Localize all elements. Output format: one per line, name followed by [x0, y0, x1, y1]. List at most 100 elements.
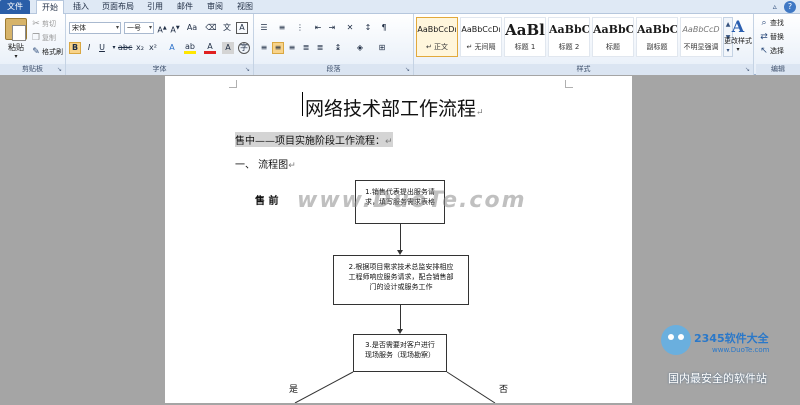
font-color-icon[interactable]: A — [204, 42, 216, 54]
tab-view[interactable]: 视图 — [232, 0, 258, 14]
subscript-button[interactable]: x₂ — [134, 42, 146, 54]
bullets-icon[interactable]: ☰ — [258, 22, 270, 34]
distributed-icon[interactable]: ≣ — [314, 42, 326, 54]
borders-icon[interactable]: ⊞ — [376, 42, 388, 54]
format-painter-button[interactable]: ✎ 格式刷 — [30, 46, 63, 58]
shrink-font-button[interactable]: A▼ — [169, 22, 181, 35]
cut-button[interactable]: ✂ 剪切 — [30, 18, 56, 30]
decrease-indent-icon[interactable]: ⇤ — [312, 22, 324, 34]
paragraph-group: ☰ ≡ ⋮ ⇤ ⇥ ✕ ↕ ¶ ≡ ≡ ≡ ≣ ≣ ↨ ◈ ⊞ 段落 ↘ — [254, 14, 414, 75]
style-normal[interactable]: AaBbCcDı ↵ 正文 — [416, 17, 458, 57]
style-name: 标题 1 — [514, 43, 536, 51]
multilevel-list-icon[interactable]: ⋮ — [294, 22, 306, 34]
branch-yes-label: 是 — [289, 385, 299, 395]
tab-mailings[interactable]: 邮件 — [172, 0, 198, 14]
style-no-spacing[interactable]: AaBbCcDı ↵ 无间隔 — [460, 17, 502, 57]
character-border-icon[interactable]: A — [236, 22, 248, 34]
font-group-label: 字体 — [66, 64, 253, 75]
dialog-launcher-icon[interactable]: ↘ — [245, 67, 251, 73]
increase-indent-icon[interactable]: ⇥ — [326, 22, 338, 34]
branch-no-label: 否 — [499, 385, 509, 395]
style-heading-2[interactable]: AaBbC 标题 2 — [548, 17, 590, 57]
chevron-down-icon: ▾ — [736, 46, 740, 53]
line-spacing-icon[interactable]: ↨ — [332, 42, 344, 54]
style-title[interactable]: AaBbC 标题 — [592, 17, 634, 57]
style-name: 不明显强调 — [683, 43, 719, 51]
minimize-ribbon-icon[interactable]: ▵ — [769, 1, 781, 13]
styles-group: AaBbCcDı ↵ 正文 AaBbCcDı ↵ 无间隔 AaBl 标题 1 A… — [414, 14, 754, 75]
style-sample: AaBbC — [637, 23, 677, 36]
chinese-layout-icon[interactable]: ✕ — [344, 22, 356, 34]
cut-label: 剪切 — [42, 20, 56, 28]
style-name: ↵ 正文 — [425, 43, 449, 51]
chevron-down-icon: ▾ — [14, 53, 18, 60]
select-label: 选择 — [770, 47, 784, 55]
document-page[interactable]: 网络技术部工作流程↵ 售中——项目实施阶段工作流程：↵ 一、 流程图↵ 售 前 … — [165, 80, 632, 403]
tab-file[interactable]: 文件 — [0, 0, 30, 14]
find-button[interactable]: ⌕ 查找 — [758, 17, 784, 29]
style-name: 标题 2 — [558, 43, 580, 51]
change-styles-area: A 更改样式 ▾ — [720, 14, 756, 75]
dialog-launcher-icon[interactable]: ↘ — [57, 67, 63, 73]
ribbon-tabs: 文件 开始 插入 页面布局 引用 邮件 审阅 视图 ▵ ? — [0, 0, 800, 15]
style-sample: AaBbCcDı — [417, 25, 457, 34]
help-icon[interactable]: ? — [784, 1, 796, 13]
paragraph-group-label: 段落 — [254, 64, 413, 75]
paste-button[interactable]: 粘贴 ▾ — [4, 18, 28, 62]
text-effects-icon[interactable]: A — [166, 42, 178, 54]
superscript-button[interactable]: x² — [147, 42, 159, 54]
style-name: 标题 — [606, 43, 620, 51]
style-subtle-emphasis[interactable]: AaBbCcD 不明显强调 — [680, 17, 722, 57]
select-button[interactable]: ↖ 选择 — [758, 45, 784, 57]
font-size-value: 一号 — [127, 24, 141, 32]
decision-branches — [294, 371, 496, 403]
italic-button[interactable]: I — [83, 42, 95, 54]
change-styles-button[interactable]: A 更改样式 ▾ — [720, 17, 756, 53]
binoculars-icon: ⌕ — [761, 18, 767, 28]
ribbon: 粘贴 ▾ ✂ 剪切 ❐ 复制 ✎ 格式刷 剪贴板 ↘ 宋体 ▾ 一号 ▾ A▲ … — [0, 14, 800, 75]
styles-group-label: 样式 — [414, 64, 753, 75]
replace-label: 替换 — [770, 33, 784, 41]
site-slogan: 国内最安全的软件站 — [668, 372, 767, 385]
chevron-down-icon: ▾ — [148, 24, 152, 31]
style-sample: AaBbCcD — [682, 25, 720, 34]
style-heading-1[interactable]: AaBl 标题 1 — [504, 17, 546, 57]
copy-icon: ❐ — [31, 33, 41, 43]
tab-review[interactable]: 审阅 — [202, 0, 228, 14]
bold-button[interactable]: B — [69, 42, 81, 54]
replace-button[interactable]: ⇄ 替换 — [758, 31, 784, 43]
style-sample: AaBbCcDı — [461, 25, 501, 34]
font-name-value: 宋体 — [72, 24, 86, 32]
strikethrough-button[interactable]: abc — [118, 42, 132, 54]
tab-insert[interactable]: 插入 — [68, 0, 94, 14]
site-logo: 2345软件大全 — [694, 332, 769, 345]
clear-formatting-icon[interactable]: ⌫ — [205, 22, 217, 34]
align-center-icon[interactable]: ≡ — [272, 42, 284, 54]
justify-icon[interactable]: ≣ — [300, 42, 312, 54]
align-left-icon[interactable]: ≡ — [258, 42, 270, 54]
highlight-color-icon[interactable]: ab — [184, 42, 196, 54]
sort-icon[interactable]: ↕ — [362, 22, 374, 34]
grow-font-button[interactable]: A▲ — [156, 22, 168, 35]
dialog-launcher-icon[interactable]: ↘ — [405, 67, 411, 73]
replace-icon: ⇄ — [760, 32, 768, 42]
phonetic-guide-icon[interactable]: 文 — [221, 22, 233, 34]
tab-references[interactable]: 引用 — [142, 0, 168, 14]
tab-page-layout[interactable]: 页面布局 — [98, 0, 138, 14]
underline-button[interactable]: U — [96, 42, 108, 54]
change-case-button[interactable]: Aa — [186, 22, 198, 34]
style-sample: AaBbC — [549, 23, 589, 36]
font-name-select[interactable]: 宋体 ▾ — [69, 22, 121, 34]
style-subtitle[interactable]: AaBbC 副标题 — [636, 17, 678, 57]
show-formatting-icon[interactable]: ¶ — [378, 22, 390, 34]
font-size-select[interactable]: 一号 ▾ — [124, 22, 154, 34]
format-painter-label: 格式刷 — [42, 48, 63, 56]
shading-icon[interactable]: ◈ — [354, 42, 366, 54]
style-name: 副标题 — [646, 43, 668, 51]
enclose-characters-icon[interactable]: 字 — [238, 42, 250, 54]
copy-button[interactable]: ❐ 复制 — [30, 32, 56, 44]
numbering-icon[interactable]: ≡ — [276, 22, 288, 34]
tab-home[interactable]: 开始 — [36, 0, 64, 15]
character-shading-icon[interactable]: A — [222, 42, 234, 54]
align-right-icon[interactable]: ≡ — [286, 42, 298, 54]
